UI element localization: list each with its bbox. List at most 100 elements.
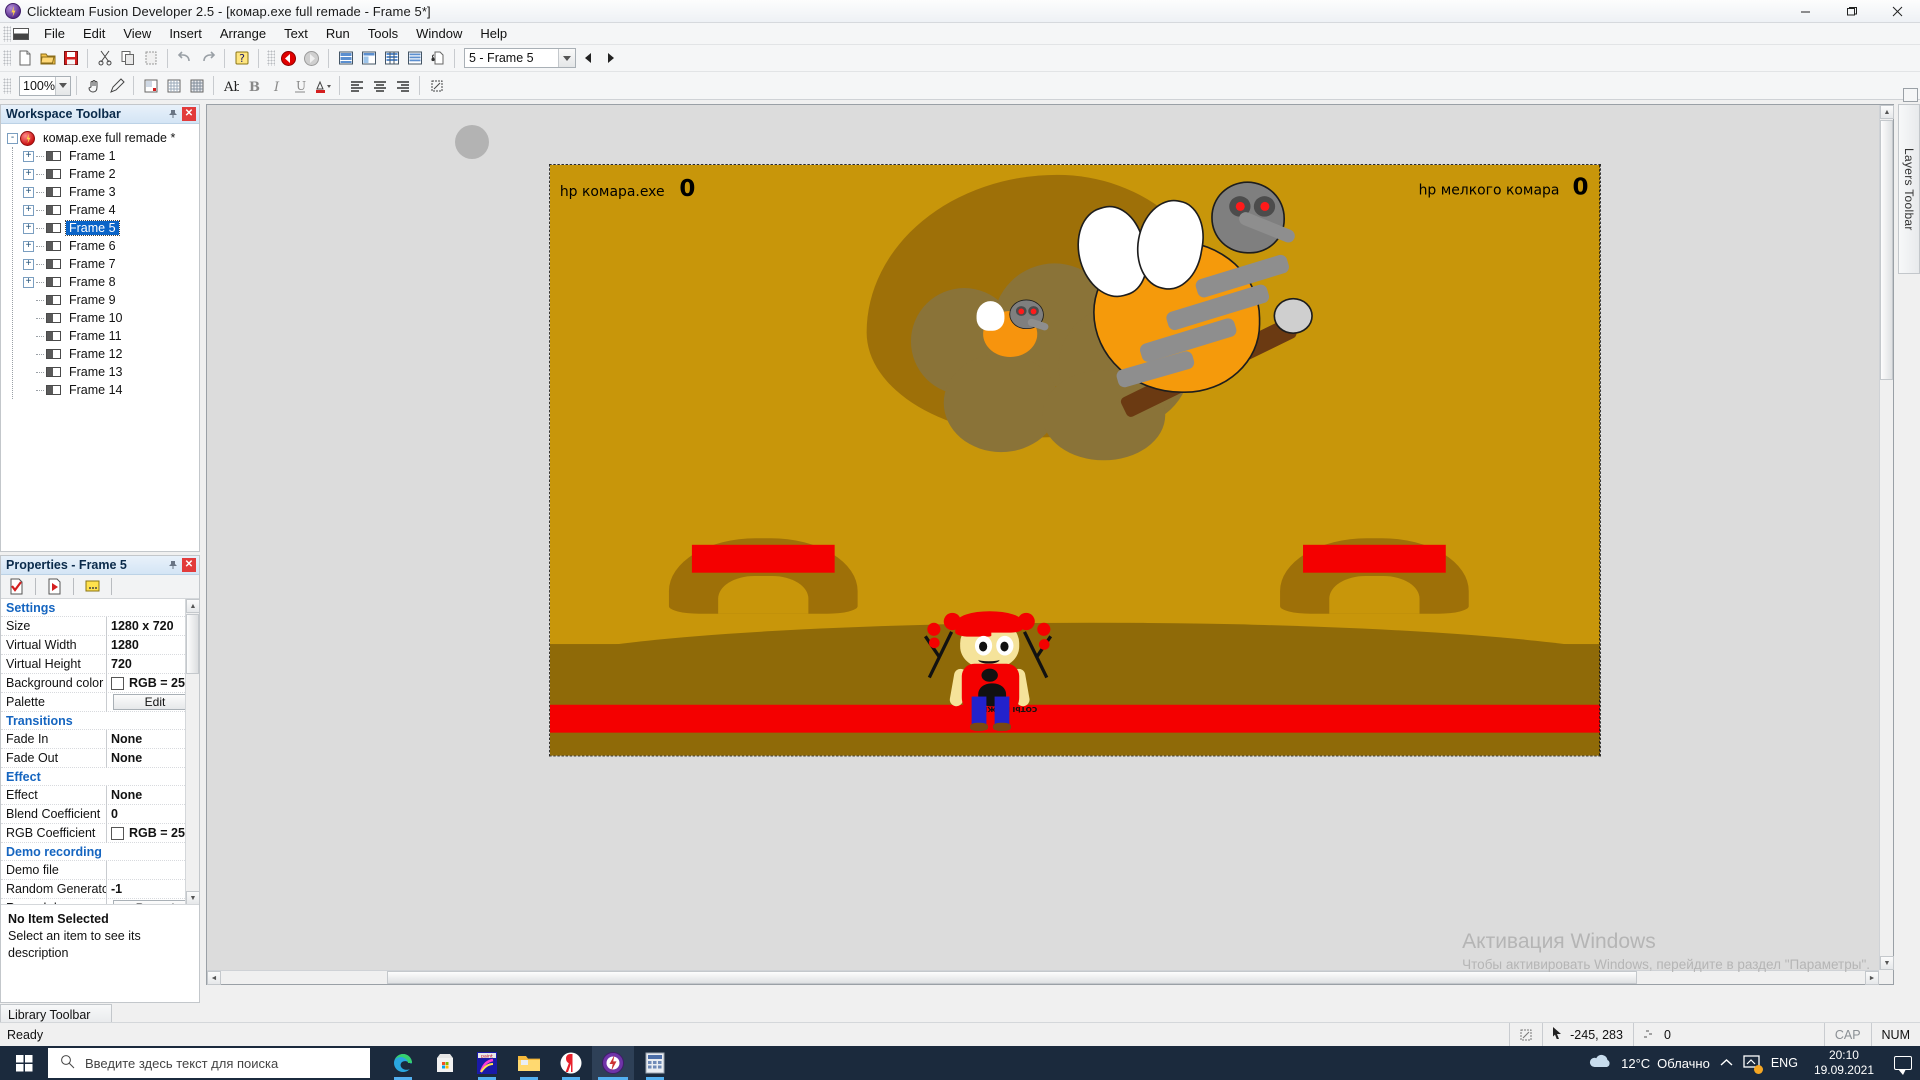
- start-button[interactable]: [0, 1046, 48, 1080]
- scroll-left-button[interactable]: ◄: [207, 971, 221, 985]
- menu-item-tools[interactable]: Tools: [359, 24, 407, 43]
- scroll-thumb-vertical[interactable]: [1880, 120, 1893, 380]
- red-floor-object[interactable]: [550, 704, 1600, 733]
- step-through-icon[interactable]: [426, 47, 449, 69]
- property-row-fade-in[interactable]: Fade In None: [1, 729, 199, 749]
- redo-arrow-icon[interactable]: [196, 47, 219, 69]
- expand-expander-icon[interactable]: +: [23, 222, 34, 234]
- minimize-button[interactable]: [1782, 0, 1828, 23]
- fit-selection-icon[interactable]: [425, 75, 448, 97]
- frame-canvas[interactable]: COTbI MOЖEM hp комара.exe 0 hp мелкого к…: [549, 164, 1601, 757]
- close-icon[interactable]: ✕: [182, 107, 196, 121]
- ground-object[interactable]: [550, 622, 1600, 756]
- undo-arrow-icon[interactable]: [173, 47, 196, 69]
- scroll-down-button[interactable]: ▼: [186, 891, 199, 904]
- notification-icon[interactable]: [1894, 1056, 1912, 1075]
- hand-pan-icon[interactable]: [82, 75, 105, 97]
- storyboard-editor-icon[interactable]: [334, 47, 357, 69]
- scroll-thumb-horizontal[interactable]: [387, 971, 1637, 984]
- menu-item-arrange[interactable]: Arrange: [211, 24, 275, 43]
- zoom-selector[interactable]: 100%: [19, 75, 71, 96]
- frame-editor-icon[interactable]: [357, 47, 380, 69]
- menu-item-help[interactable]: Help: [471, 24, 516, 43]
- property-row-virtual-height[interactable]: Virtual Height 720: [1, 654, 199, 674]
- align-grid-icon[interactable]: [139, 75, 162, 97]
- tree-item-frame-12[interactable]: Frame 12: [23, 345, 199, 363]
- edge-icon[interactable]: [382, 1046, 424, 1080]
- left-platform-object[interactable]: [668, 538, 858, 614]
- show-grid-icon[interactable]: [185, 75, 208, 97]
- canvas-horizontal-scrollbar[interactable]: ◄ ►: [207, 970, 1879, 985]
- pin-icon[interactable]: [166, 107, 180, 121]
- microsoft-store-icon[interactable]: [424, 1046, 466, 1080]
- copy-icon[interactable]: [116, 47, 139, 69]
- scroll-up-button[interactable]: ▲: [186, 599, 199, 613]
- property-row-background-color[interactable]: Background color RGB = 255: [1, 673, 199, 693]
- next-frame-button[interactable]: [599, 47, 622, 69]
- expand-expander-icon[interactable]: +: [23, 204, 34, 216]
- clickteam-fusion-icon[interactable]: [592, 1046, 634, 1080]
- snap-grid-icon[interactable]: [162, 75, 185, 97]
- cut-scissors-icon[interactable]: [93, 47, 116, 69]
- tree-item-frame-6[interactable]: + Frame 6: [23, 237, 199, 255]
- hp-right-counter[interactable]: hp мелкого комара 0: [1419, 173, 1589, 200]
- align-center-icon[interactable]: [368, 75, 391, 97]
- collapse-expander-icon[interactable]: -: [7, 132, 18, 144]
- menu-item-text[interactable]: Text: [275, 24, 317, 43]
- maximize-button[interactable]: [1828, 0, 1874, 23]
- scroll-down-button[interactable]: ▼: [1880, 956, 1894, 970]
- menu-item-view[interactable]: View: [114, 24, 160, 43]
- expand-expander-icon[interactable]: +: [23, 186, 34, 198]
- layers-pin-icon[interactable]: [1903, 88, 1918, 102]
- pencil-draw-icon[interactable]: [105, 75, 128, 97]
- paint-net-icon[interactable]: paint: [466, 1046, 508, 1080]
- italic-icon[interactable]: I: [265, 75, 288, 97]
- layers-toolbar-tab[interactable]: Layers Toolbar: [1898, 104, 1920, 274]
- pin-icon[interactable]: [166, 558, 180, 572]
- property-row-blend-coefficient[interactable]: Blend Coefficient 0: [1, 804, 199, 824]
- expand-expander-icon[interactable]: +: [23, 258, 34, 270]
- property-row-effect[interactable]: Effect None: [1, 785, 199, 805]
- tree-item-frame-13[interactable]: Frame 13: [23, 363, 199, 381]
- canvas-viewport[interactable]: COTbI MOЖEM hp комара.exe 0 hp мелкого к…: [207, 105, 1879, 970]
- tree-item-frame-3[interactable]: + Frame 3: [23, 183, 199, 201]
- properties-scrollbar[interactable]: ▲ ▼: [185, 599, 199, 904]
- canvas-vertical-scrollbar[interactable]: ▲ ▼: [1879, 105, 1894, 970]
- tree-item-frame-9[interactable]: Frame 9: [23, 291, 199, 309]
- previous-frame-button[interactable]: [576, 47, 599, 69]
- open-folder-icon[interactable]: [36, 47, 59, 69]
- library-toolbar-tab[interactable]: Library Toolbar: [0, 1004, 112, 1024]
- menu-item-insert[interactable]: Insert: [160, 24, 211, 43]
- tree-item-frame-1[interactable]: + Frame 1: [23, 147, 199, 165]
- frame-editor-area[interactable]: COTbI MOЖEM hp комара.exe 0 hp мелкого к…: [206, 104, 1894, 985]
- menu-item-window[interactable]: Window: [407, 24, 471, 43]
- hp-left-counter[interactable]: hp комара.exe 0: [560, 175, 695, 202]
- chevron-down-icon[interactable]: [55, 76, 70, 95]
- yandex-browser-icon[interactable]: [550, 1046, 592, 1080]
- event-editor-icon[interactable]: [380, 47, 403, 69]
- about-tab-icon[interactable]: [82, 577, 103, 597]
- big-mosquito-object[interactable]: [1050, 173, 1329, 435]
- settings-tab-icon[interactable]: [6, 577, 27, 597]
- toolbar-grip-icon[interactable]: [267, 50, 275, 66]
- weather-widget[interactable]: 12°C Облачно: [1588, 1053, 1710, 1073]
- scroll-thumb[interactable]: [186, 614, 199, 674]
- property-row-size[interactable]: Size 1280 x 720: [1, 616, 199, 636]
- tree-root-project[interactable]: - комар.exe full remade *: [7, 129, 199, 147]
- search-input[interactable]: Введите здесь текст для поиска: [48, 1048, 370, 1078]
- bold-icon[interactable]: B: [242, 75, 265, 97]
- text-color-icon[interactable]: [311, 75, 334, 97]
- property-row-fade-out[interactable]: Fade Out None: [1, 748, 199, 768]
- tree-item-frame-5[interactable]: + Frame 5: [23, 219, 199, 237]
- run-stop-icon[interactable]: [277, 47, 300, 69]
- align-right-icon[interactable]: [391, 75, 414, 97]
- align-left-icon[interactable]: [345, 75, 368, 97]
- close-button[interactable]: [1874, 0, 1920, 23]
- menu-item-file[interactable]: File: [35, 24, 74, 43]
- new-icon[interactable]: [13, 47, 36, 69]
- runtime-tab-icon[interactable]: [44, 577, 65, 597]
- tree-item-frame-7[interactable]: + Frame 7: [23, 255, 199, 273]
- tree-item-frame-2[interactable]: + Frame 2: [23, 165, 199, 183]
- small-mosquito-object[interactable]: [976, 288, 1051, 362]
- property-row-virtual-width[interactable]: Virtual Width 1280: [1, 635, 199, 655]
